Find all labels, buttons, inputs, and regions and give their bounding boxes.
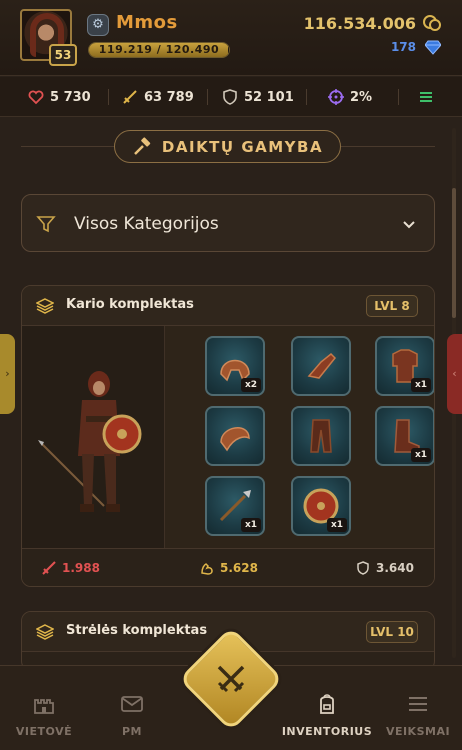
- shield-outline-icon: [223, 89, 237, 105]
- nav-item-inventory[interactable]: INVENTORIUS: [280, 666, 374, 750]
- crit-stat: 2%: [328, 87, 372, 107]
- crafting-button[interactable]: DAIKTŲ GAMYBA: [114, 130, 341, 163]
- coins-icon: [423, 15, 441, 31]
- gold-amount: 116.534.006: [303, 14, 416, 33]
- menu-icon: [409, 697, 427, 711]
- xp-text: 119.219 / 120.490: [98, 43, 220, 56]
- list-menu-icon[interactable]: [419, 90, 433, 104]
- item-slot[interactable]: x2: [205, 336, 265, 396]
- heart-icon: [28, 90, 44, 105]
- set-defense-stat: 3.640: [356, 561, 414, 575]
- nav-item-location[interactable]: VIETOVĖ: [0, 666, 88, 750]
- item-slot[interactable]: [291, 406, 351, 466]
- character-preview: [22, 326, 165, 548]
- divider: [108, 89, 109, 105]
- health-value: 5 730: [50, 89, 91, 105]
- set-strength-value: 5.628: [220, 561, 258, 575]
- chevron-down-icon: [403, 221, 415, 229]
- warrior-figure: [38, 371, 142, 512]
- player-level-badge: 53: [49, 44, 77, 66]
- crit-value: 2%: [350, 89, 373, 105]
- set-defense-value: 3.640: [376, 561, 414, 575]
- divider-line: [21, 146, 114, 147]
- category-filter-value: Visos Kategorijos: [74, 214, 219, 234]
- item-quantity: x1: [327, 518, 347, 532]
- set-title: Kario komplektas: [66, 297, 194, 312]
- item-slot[interactable]: x1: [375, 336, 434, 396]
- crosshair-icon: [328, 89, 344, 105]
- shield-outline-icon: [357, 561, 369, 575]
- xp-bar: 119.219 / 120.490: [88, 42, 230, 58]
- top-bar: 53 ⚙ Mmos 119.219 / 120.490 116.534.006 …: [0, 0, 462, 76]
- item-slot[interactable]: x1: [291, 476, 351, 536]
- divider: [398, 89, 399, 105]
- settings-gear-icon[interactable]: ⚙: [87, 14, 109, 36]
- nav-label: VIETOVĖ: [15, 725, 73, 738]
- divider: [306, 89, 307, 105]
- set-title: Strėlės komplektas: [66, 623, 208, 638]
- pauldron-icon: [220, 427, 250, 452]
- set-card-header: Kario komplektas LVL 8: [22, 286, 434, 326]
- defense-stat: 52 101: [222, 87, 294, 107]
- right-side-tab[interactable]: ‹: [447, 334, 462, 414]
- layers-icon: [36, 624, 54, 640]
- item-slot[interactable]: [205, 406, 265, 466]
- left-side-tab[interactable]: ›: [0, 334, 15, 414]
- player-name: Mmos: [116, 12, 178, 33]
- layers-icon: [36, 298, 54, 314]
- set-card: Kario komplektas LVL 8 x2 x1 x1 x1 x1 1.988 …: [21, 285, 435, 587]
- nav-label: INVENTORIUS: [281, 725, 373, 738]
- set-strength-stat: 5.628: [200, 561, 258, 575]
- defense-value: 52 101: [244, 89, 294, 105]
- flexed-arm-icon: [201, 563, 213, 575]
- gauntlet-icon: [307, 352, 337, 379]
- item-slot[interactable]: [291, 336, 351, 396]
- divider: [207, 89, 208, 105]
- set-items-grid: x2 x1 x1 x1 x1: [165, 326, 434, 548]
- item-slot[interactable]: x1: [375, 406, 434, 466]
- item-slot[interactable]: x1: [205, 476, 265, 536]
- health-stat: 5 730: [28, 87, 91, 107]
- backpack-icon: [320, 694, 334, 714]
- item-quantity: x2: [241, 378, 261, 392]
- mail-icon: [121, 696, 143, 712]
- nav-item-actions[interactable]: VEIKSMAI: [374, 666, 462, 750]
- sword-icon: [42, 561, 56, 575]
- sword-icon: [123, 90, 137, 104]
- attack-stat: 63 789: [122, 87, 194, 107]
- scrollbar-thumb[interactable]: [452, 188, 456, 318]
- crafting-button-label: DAIKTŲ GAMYBA: [161, 137, 324, 156]
- item-quantity: x1: [411, 448, 431, 462]
- set-level-badge: LVL 10: [366, 621, 418, 643]
- set-card-footer: 1.988 5.628 3.640: [22, 548, 434, 586]
- crossed-swords-icon: [217, 665, 245, 693]
- stats-bar: 5 730 63 789 52 101 2%: [0, 77, 462, 117]
- nav-label: PM: [121, 725, 142, 738]
- item-quantity: x1: [411, 378, 431, 392]
- gems-amount: 178: [390, 40, 416, 54]
- nav-item-messages[interactable]: PM: [88, 666, 176, 750]
- hammer-icon: [134, 136, 151, 155]
- set-attack-value: 1.988: [62, 561, 100, 575]
- item-quantity: x1: [241, 518, 261, 532]
- nav-label: VEIKSMAI: [385, 725, 451, 738]
- divider-line: [341, 146, 435, 147]
- set-attack-stat: 1.988: [42, 561, 100, 575]
- set-level-badge: LVL 8: [366, 295, 418, 317]
- diamond-icon[interactable]: [425, 39, 441, 55]
- attack-value: 63 789: [144, 89, 194, 105]
- filter-icon: [36, 216, 56, 233]
- pants-icon: [310, 419, 332, 453]
- castle-icon: [34, 699, 54, 714]
- category-filter-dropdown[interactable]: Visos Kategorijos: [21, 194, 435, 252]
